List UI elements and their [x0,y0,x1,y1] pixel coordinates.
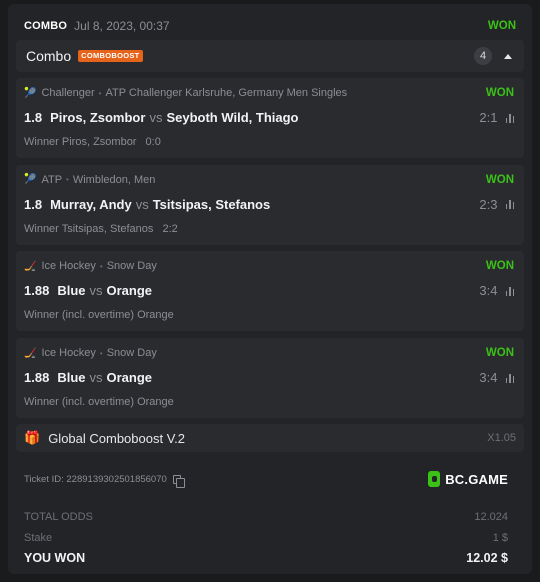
combo-title: Combo [26,48,72,64]
chevron-up-icon[interactable] [504,53,512,59]
ice-hockey-icon: 🏒 [24,347,37,359]
statistics-icon[interactable] [505,113,514,123]
match-score: 2:1 [479,110,498,125]
bet-ticket-card: COMBO Jul 8, 2023, 00:37 WON Combo COMBO… [8,4,532,574]
vs-label: vs [89,283,103,299]
total-odds-row: TOTAL ODDS 12.024 [24,507,508,528]
payout-row: YOU WON 12.02 $ [24,548,508,569]
stake-row: Stake 1 $ [24,528,508,549]
sport-name: Ice Hockey [41,347,96,360]
comboboost-label: Global Comboboost V.2 [48,430,186,446]
bet-selection: Winner (incl. overtime) Orange [24,309,174,322]
total-odds-label: TOTAL ODDS [24,511,93,524]
sport-name: Ice Hockey [41,260,96,273]
away-team[interactable]: Tsitsipas, Stefanos [153,197,271,212]
bet-item: 🏒 Ice Hockey • Snow Day WON 1.88 Blue vs… [16,338,524,419]
home-team[interactable]: Piros, Zsombor [50,110,145,125]
ticket-info: Ticket ID: 2289139302501856070 BC.GAME [24,471,508,488]
bet-item: 🎾 ATP • Wimbledon, Men WON 1.8 Murray, A… [16,164,524,245]
tennis-icon: 🎾 [24,87,37,99]
bet-odds: 1.8 [24,110,43,125]
selection-count-badge: 4 [474,47,492,65]
bet-list: 🎾 Challenger • ATP Challenger Karlsruhe,… [16,78,524,425]
bc-game-logo-icon [428,471,441,487]
bet-item: 🎾 Challenger • ATP Challenger Karlsruhe,… [16,78,524,158]
comboboost-row: 🎁 Global Comboboost V.2 X1.05 [16,424,524,452]
bet-status: WON [485,87,514,99]
combo-toggle[interactable]: Combo COMBOBOOST 4 [16,40,524,72]
bet-odds: 1.88 [24,370,50,386]
bet-status: WON [485,260,514,273]
match-score: 3:4 [479,283,498,299]
bet-selection: Winner (incl. overtime) Orange [24,396,174,409]
bet-status: WON [485,347,514,360]
statistics-icon[interactable] [505,373,514,383]
brand-logo: BC.GAME [428,471,508,487]
selection-score: 0:0 [145,136,161,148]
bet-selection: Winner Tsitsipas, Stefanos [24,222,154,235]
gift-icon: 🎁 [24,430,41,445]
bet-status: WON [485,173,514,186]
away-team[interactable]: Orange [106,283,152,298]
home-team[interactable]: Murray, Andy [50,197,132,212]
bet-odds: 1.8 [24,196,43,212]
away-team[interactable]: Orange [106,370,152,385]
sport-name: ATP [41,173,63,186]
comboboost-badge: COMBOBOOST [78,50,143,62]
home-team[interactable]: Blue [57,370,85,385]
bet-odds: 1.88 [24,283,50,299]
statistics-icon[interactable] [505,199,514,210]
tennis-icon: 🎾 [24,174,37,186]
away-team[interactable]: Seyboth Wild, Thiago [166,110,298,125]
match-score: 2:3 [479,196,498,212]
separator-dot: • [66,175,69,185]
ice-hockey-icon: 🏒 [24,260,37,272]
payout-label: YOU WON [24,551,86,566]
ticket-totals: TOTAL ODDS 12.024 Stake 1 $ YOU WON 12.0… [24,507,508,569]
tournament-name: ATP Challenger Karlsruhe, Germany Men Si… [105,87,348,99]
vs-label: vs [89,370,103,386]
bet-selection: Winner Piros, Zsombor [24,136,137,148]
ticket-id: Ticket ID: 2289139302501856070 [24,473,167,485]
statistics-icon[interactable] [505,286,514,296]
copy-icon[interactable] [172,474,185,488]
separator-dot: • [98,88,102,98]
bet-type-tag: COMBO [24,20,68,32]
separator-dot: • [99,261,103,271]
brand-name: BC.GAME [445,471,508,487]
vs-label: vs [149,110,163,125]
tournament-name: Snow Day [106,347,157,360]
selection-score: 2:2 [162,222,178,235]
sport-name: Challenger [41,87,95,99]
home-team[interactable]: Blue [57,283,85,298]
vs-label: vs [135,196,149,212]
tournament-name: Wimbledon, Men [72,173,156,186]
ticket-status: WON [487,20,516,32]
stake-value: 1 $ [492,531,508,544]
comboboost-multiplier: X1.05 [487,432,516,444]
separator-dot: • [99,348,103,358]
stake-label: Stake [24,531,53,544]
payout-value: 12.02 $ [466,551,508,566]
match-score: 3:4 [479,370,498,386]
ticket-header: COMBO Jul 8, 2023, 00:37 WON [24,16,516,36]
bet-date: Jul 8, 2023, 00:37 [74,19,170,33]
total-odds-value: 12.024 [474,511,508,524]
bet-item: 🏒 Ice Hockey • Snow Day WON 1.88 Blue vs… [16,251,524,332]
tournament-name: Snow Day [106,260,157,273]
